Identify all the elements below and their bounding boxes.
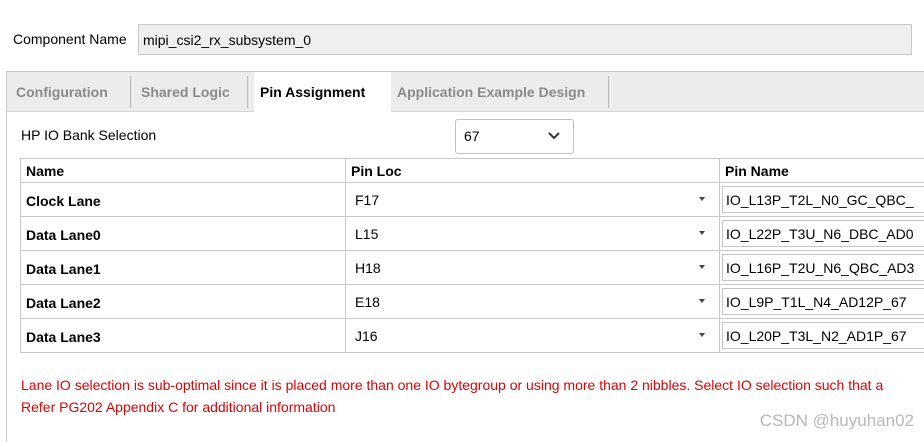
lane-name-cell: Data Lane3	[21, 319, 346, 352]
warning-message: Lane IO selection is sub-optimal since i…	[21, 377, 884, 393]
pin-loc-value: L15	[355, 226, 379, 242]
dropdown-arrow-icon	[699, 299, 705, 303]
lane-name: Clock Lane	[26, 193, 101, 209]
tab-separator	[130, 76, 133, 108]
pin-loc-dropdown[interactable]: F17	[346, 183, 720, 216]
pin-name-field[interactable]: IO_L22P_T3U_N6_DBC_AD0	[722, 220, 924, 247]
dropdown-arrow-icon	[699, 231, 705, 235]
tab-separator	[247, 76, 250, 108]
table-row: Data Lane2 E18 IO_L9P_T1L_N4_AD12P_67	[21, 285, 924, 319]
table-row: Data Lane0 L15 IO_L22P_T3U_N6_DBC_AD0	[21, 217, 924, 251]
pin-name-field[interactable]: IO_L9P_T1L_N4_AD12P_67	[722, 288, 924, 315]
column-header-pin-name: Pin Name	[725, 163, 789, 179]
table-row: Data Lane1 H18 IO_L16P_T2U_N6_QBC_AD3	[21, 251, 924, 285]
pin-name-field[interactable]: IO_L16P_T2U_N6_QBC_AD3	[722, 254, 924, 281]
lane-name: Data Lane2	[26, 295, 101, 311]
tab-separator	[608, 76, 611, 108]
hp-io-bank-value: 67	[464, 128, 480, 144]
column-header-name: Name	[21, 159, 346, 182]
hp-io-bank-select[interactable]: 67	[455, 119, 574, 154]
pin-assignment-table: Name Pin Loc Pin Name Clock Lane F17 IO_…	[20, 158, 924, 353]
hp-io-bank-label: HP IO Bank Selection	[21, 127, 157, 143]
table-header: Name Pin Loc Pin Name	[21, 159, 924, 183]
pin-loc-dropdown[interactable]: J16	[346, 319, 720, 352]
lane-name: Data Lane1	[26, 261, 101, 277]
tab-shared-logic[interactable]: Shared Logic	[141, 72, 230, 112]
lane-name: Data Lane0	[26, 227, 101, 243]
lane-name-cell: Data Lane2	[21, 285, 346, 318]
component-name-label: Component Name	[13, 31, 127, 47]
pin-loc-dropdown[interactable]: E18	[346, 285, 720, 318]
component-name-row: Component Name mipi_csi2_rx_subsystem_0	[0, 0, 924, 72]
tab-bar: Configuration Shared Logic Pin Assignmen…	[7, 72, 924, 113]
pin-loc-dropdown[interactable]: H18	[346, 251, 720, 284]
dropdown-arrow-icon	[699, 265, 705, 269]
tab-application-example-design[interactable]: Application Example Design	[397, 72, 585, 112]
dropdown-arrow-icon	[699, 197, 705, 201]
pin-name-field[interactable]: IO_L13P_T2L_N0_GC_QBC_	[722, 186, 924, 213]
lane-name-cell: Data Lane1	[21, 251, 346, 284]
lane-name-cell: Data Lane0	[21, 217, 346, 250]
pin-name-cell: IO_L9P_T1L_N4_AD12P_67	[720, 285, 924, 318]
pin-loc-value: J16	[355, 328, 378, 344]
pin-loc-value: H18	[355, 260, 381, 276]
pin-name-cell: IO_L16P_T2U_N6_QBC_AD3	[720, 251, 924, 284]
watermark: CSDN @huyuhan02	[759, 411, 914, 430]
pin-name-cell: IO_L20P_T3L_N2_AD1P_67	[720, 319, 924, 352]
table-row: Data Lane3 J16 IO_L20P_T3L_N2_AD1P_67	[21, 319, 924, 353]
warning-reference: Refer PG202 Appendix C for additional in…	[21, 399, 336, 415]
ip-customization-window: Component Name mipi_csi2_rx_subsystem_0 …	[0, 0, 924, 442]
dropdown-arrow-icon	[699, 333, 705, 337]
settings-panel: Configuration Shared Logic Pin Assignmen…	[6, 71, 924, 442]
pin-loc-dropdown[interactable]: L15	[346, 217, 720, 250]
column-header-pin-loc: Pin Loc	[346, 159, 720, 182]
lane-name: Data Lane3	[26, 329, 101, 345]
lane-name-cell: Clock Lane	[21, 183, 346, 216]
table-row: Clock Lane F17 IO_L13P_T2L_N0_GC_QBC_	[21, 183, 924, 217]
pin-loc-value: F17	[355, 192, 380, 208]
pin-name-cell: IO_L13P_T2L_N0_GC_QBC_	[720, 183, 924, 216]
pin-name-field[interactable]: IO_L20P_T3L_N2_AD1P_67	[722, 322, 924, 349]
tab-configuration[interactable]: Configuration	[16, 72, 108, 112]
pin-loc-value: E18	[355, 294, 380, 310]
tab-pin-assignment[interactable]: Pin Assignment	[254, 72, 391, 113]
pin-name-cell: IO_L22P_T3U_N6_DBC_AD0	[720, 217, 924, 250]
component-name-field[interactable]: mipi_csi2_rx_subsystem_0	[138, 24, 912, 55]
chevron-down-icon	[548, 132, 560, 140]
